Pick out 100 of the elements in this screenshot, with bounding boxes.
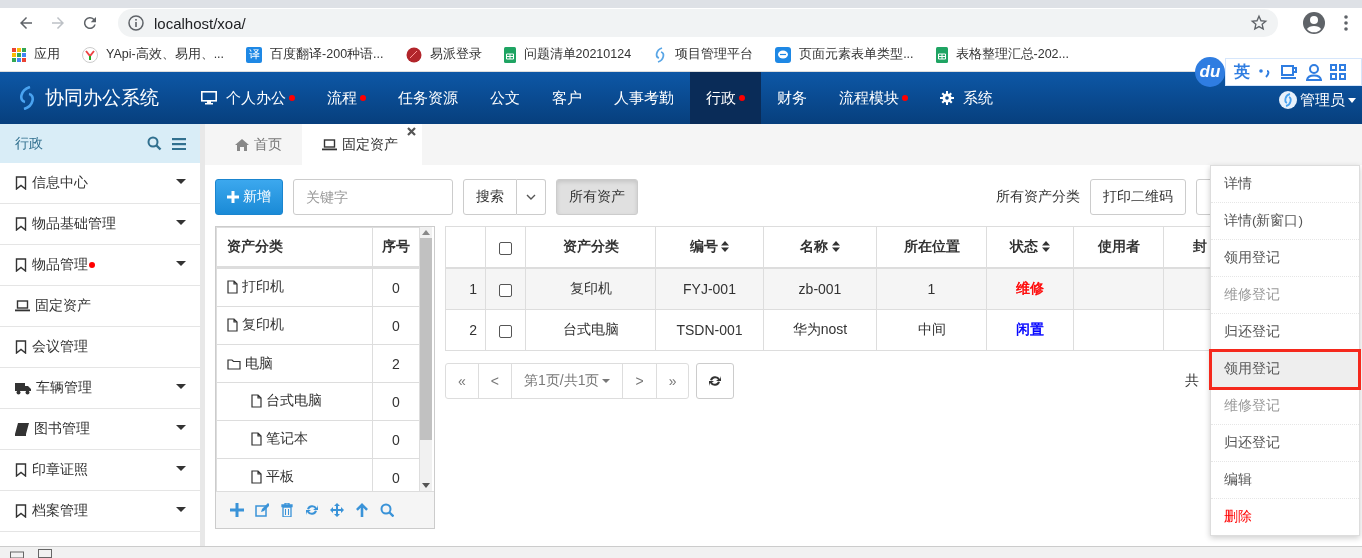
search-button[interactable]: 搜索 xyxy=(463,179,517,215)
prev-page-link[interactable]: < xyxy=(477,364,511,398)
table-cell: 0 xyxy=(372,267,420,307)
nav-tab[interactable]: 任务资源 xyxy=(382,72,474,124)
checkbox[interactable] xyxy=(499,283,512,297)
bookmark-link[interactable]: 表格整理汇总-202... xyxy=(935,46,1069,63)
refresh-icon[interactable] xyxy=(305,503,319,517)
page-select[interactable]: 第1页/共1页 xyxy=(511,364,623,398)
table-cell: 2 xyxy=(372,344,420,383)
menu-item[interactable]: 编辑 xyxy=(1211,462,1359,499)
apps-icon xyxy=(12,47,26,62)
trash-icon[interactable] xyxy=(280,503,294,517)
user-menu[interactable]: 管理员 xyxy=(1279,90,1362,110)
sidebar-item[interactable]: 信息中心 xyxy=(0,163,200,204)
chevron-down-icon xyxy=(526,194,536,200)
bookmark-link[interactable]: 应用 xyxy=(12,46,60,63)
refresh-button[interactable] xyxy=(696,363,735,399)
search-icon[interactable] xyxy=(147,136,162,151)
next-page-link[interactable]: > xyxy=(622,364,656,398)
tree-node[interactable]: 台式电脑 xyxy=(216,382,373,421)
all-assets-button[interactable]: 所有资产 xyxy=(556,179,638,215)
sidebar-item[interactable]: 印章证照 xyxy=(0,450,200,491)
star-icon[interactable] xyxy=(1250,14,1268,32)
file-icon xyxy=(251,432,262,446)
scroll-down-icon[interactable] xyxy=(422,483,430,488)
category-filter-label: 所有资产分类 xyxy=(996,188,1080,206)
checkbox[interactable] xyxy=(499,324,512,338)
sidebar-item[interactable]: 物品管理 xyxy=(0,245,200,286)
nav-tab[interactable]: 财务 xyxy=(761,72,823,124)
bookmark-icon xyxy=(15,463,27,477)
bookmark-link[interactable]: 译 百度翻译-200种语... xyxy=(246,46,384,63)
print-qr-button[interactable]: 打印二维码 xyxy=(1090,179,1186,215)
nav-tab[interactable]: 流程 xyxy=(311,72,382,124)
last-page-link[interactable]: » xyxy=(655,364,689,398)
sort-icon[interactable] xyxy=(831,241,840,252)
chat-icon xyxy=(775,46,792,63)
tree-node[interactable]: 打印机 xyxy=(216,267,373,307)
menu-item[interactable]: 详情 xyxy=(1211,166,1359,203)
scroll-up-icon[interactable] xyxy=(422,230,430,235)
table-cell: TSDN-001 xyxy=(655,309,764,351)
grid-icon[interactable] xyxy=(1330,64,1346,80)
nav-tab[interactable]: 人事考勤 xyxy=(598,72,690,124)
menu-item[interactable]: 删除 xyxy=(1211,499,1359,535)
sidebar-item[interactable]: 固定资产 xyxy=(0,286,200,327)
bookmark-link[interactable]: 易派登录 xyxy=(405,46,482,63)
bookmark-link[interactable]: YApi-高效、易用、... xyxy=(82,46,225,63)
close-icon[interactable] xyxy=(407,127,416,136)
nav-tab[interactable]: 流程模块 xyxy=(823,72,924,124)
profile-avatar-icon[interactable] xyxy=(1302,11,1326,35)
sidebar-item[interactable]: 档案管理 xyxy=(0,491,200,532)
menu-item[interactable]: 详情(新窗口) xyxy=(1211,203,1359,240)
language-toggle[interactable]: 英 xyxy=(1234,61,1250,83)
menu-item[interactable]: 领用登记 xyxy=(1211,240,1359,277)
nav-tab[interactable]: 个人办公 xyxy=(185,72,311,124)
spreadsheet-icon xyxy=(503,46,516,63)
page-tab[interactable]: 固定资产 xyxy=(302,124,422,165)
sort-icon[interactable] xyxy=(721,241,730,252)
bookmark-link[interactable]: 项目管理平台 xyxy=(653,46,754,63)
tree-node[interactable]: 复印机 xyxy=(216,306,373,345)
nav-tab[interactable]: 行政 xyxy=(690,72,761,124)
page-tab[interactable]: 首页 xyxy=(215,124,302,165)
menu-item[interactable]: 领用登记 xyxy=(1211,351,1359,388)
move-icon[interactable] xyxy=(330,503,344,517)
bookmark-link[interactable]: 页面元素表单类型... xyxy=(775,46,914,63)
arrow-up-icon[interactable] xyxy=(355,503,369,517)
menu-icon[interactable] xyxy=(172,137,186,150)
more-menu-icon[interactable] xyxy=(1344,15,1348,31)
sidebar-item[interactable]: 车辆管理 xyxy=(0,368,200,409)
nav-tab[interactable]: 系统 xyxy=(924,72,1009,124)
sort-icon[interactable] xyxy=(1041,241,1050,252)
bookmark-icon xyxy=(15,258,27,272)
scrollbar[interactable] xyxy=(420,227,432,491)
sidebar-item[interactable]: 物品基础管理 xyxy=(0,204,200,245)
checkbox[interactable] xyxy=(499,241,512,255)
keyword-field[interactable]: 关键字 xyxy=(293,179,453,215)
tree-node[interactable]: 笔记本 xyxy=(216,420,373,459)
sidebar-item[interactable]: 会议管理 xyxy=(0,327,200,368)
edit-icon[interactable] xyxy=(255,503,269,517)
search-icon[interactable] xyxy=(380,503,394,517)
file-icon xyxy=(227,318,238,332)
table-cell: 0 xyxy=(372,306,420,345)
menu-item[interactable]: 归还登记 xyxy=(1211,425,1359,462)
sidebar-title: 行政 xyxy=(15,134,44,153)
nav-tab[interactable]: 公文 xyxy=(474,72,536,124)
monitor-icon xyxy=(201,91,217,105)
add-icon[interactable] xyxy=(230,503,244,517)
column-header: 资产分类 xyxy=(216,227,373,268)
cup-icon[interactable] xyxy=(1280,63,1298,81)
first-page-link[interactable]: « xyxy=(446,364,478,398)
tree-node[interactable]: 电脑 xyxy=(216,344,373,383)
bookmark-link[interactable]: 问题清单20210124 xyxy=(503,46,632,63)
user-avatar-icon xyxy=(1279,91,1297,109)
nav-tab[interactable]: 客户 xyxy=(536,72,598,124)
file-icon xyxy=(251,470,262,484)
sidebar-item[interactable]: 图书管理 xyxy=(0,409,200,450)
laptop-icon xyxy=(15,300,30,312)
person-icon[interactable] xyxy=(1306,63,1322,81)
reload-icon[interactable] xyxy=(81,14,99,32)
address-field[interactable]: localhost/xoa/ xyxy=(118,9,1278,37)
record-count-text: 共 xyxy=(1185,372,1199,390)
